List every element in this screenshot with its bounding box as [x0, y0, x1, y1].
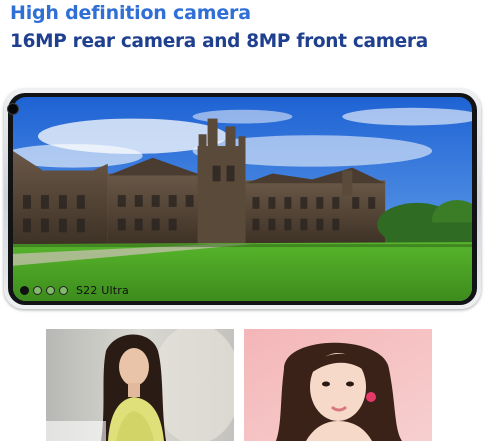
- mode-dot-icon: [20, 285, 29, 295]
- mode-dot-icon: [46, 285, 55, 295]
- selfie-portrait-image: [244, 329, 432, 441]
- rear-camera-sample: [46, 329, 234, 441]
- front-camera-icon: [7, 103, 19, 115]
- page-subtitle: 16MP rear camera and 8MP front camera: [10, 31, 428, 52]
- model-label: S22 Ultra: [76, 283, 129, 297]
- mode-dot-icon: [33, 285, 42, 295]
- phone-device: [4, 89, 481, 309]
- page-title: High definition camera: [10, 2, 251, 24]
- phone-bezel: [8, 93, 477, 305]
- camera-mode-indicator: S22 Ultra: [20, 283, 129, 297]
- front-camera-sample: [244, 329, 432, 441]
- university-building-image: [13, 97, 472, 301]
- woman-portrait-image: [46, 329, 234, 441]
- mode-dot-icon: [59, 285, 68, 295]
- phone-screen-photo: [13, 97, 472, 301]
